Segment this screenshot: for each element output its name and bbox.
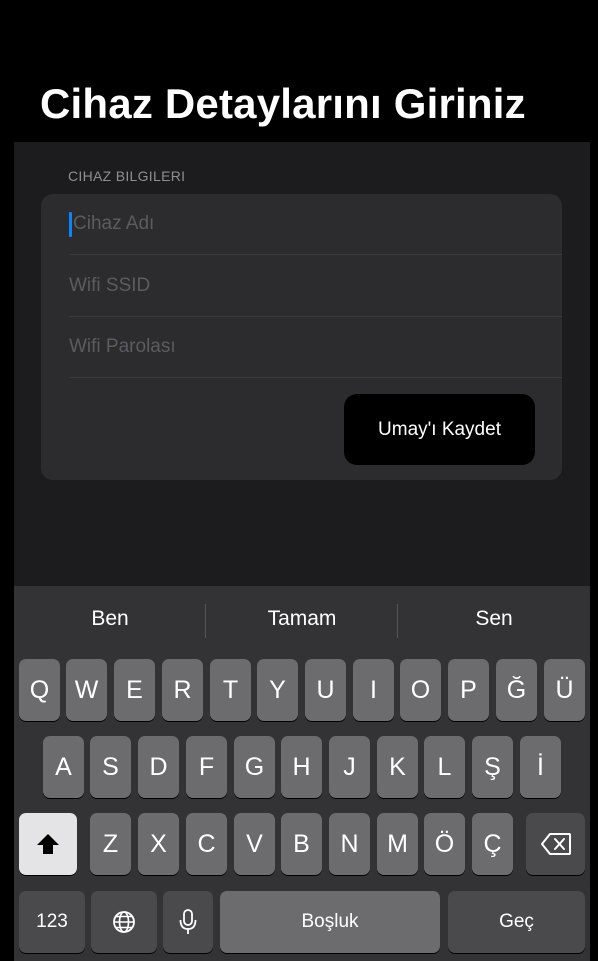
key-l[interactable]: L [424,736,465,798]
device-name-placeholder: Cihaz Adı [73,213,155,234]
suggestion-1[interactable]: Ben [14,586,206,652]
key-p[interactable]: P [448,659,489,721]
delete-icon [540,833,571,855]
section-header: CIHAZ BILGILERI [68,168,186,184]
key-o-umlaut[interactable]: Ö [424,813,465,875]
save-device-button[interactable]: Umay'ı Kaydet [344,394,535,465]
key-j[interactable]: J [329,736,370,798]
key-o[interactable]: O [400,659,441,721]
key-q[interactable]: Q [19,659,60,721]
wifi-ssid-field[interactable]: Wifi SSID [69,256,562,317]
key-e[interactable]: E [114,659,155,721]
keyboard: Ben Tamam Sen Q W E R T Y U I O P Ğ Ü A … [14,586,590,961]
wifi-password-field[interactable]: Wifi Parolası [69,317,562,378]
key-c-cedilla[interactable]: Ç [472,813,513,875]
space-key[interactable]: Boşluk [220,891,440,953]
wifi-ssid-placeholder: Wifi SSID [69,275,151,296]
key-u-umlaut[interactable]: Ü [544,659,585,721]
key-g[interactable]: G [234,736,275,798]
wifi-password-placeholder: Wifi Parolası [69,336,176,357]
shift-key[interactable] [19,813,77,875]
key-s[interactable]: S [90,736,131,798]
navigation-header: Cihaz Detaylarını Giriniz [14,0,590,142]
key-g-breve[interactable]: Ğ [496,659,537,721]
microphone-icon [179,909,197,934]
globe-icon [113,911,135,933]
form-card: Cihaz Adı Wifi SSID Wifi Parolası Umay'ı… [41,194,562,480]
text-caret [69,211,72,237]
screen: Cihaz Detaylarını Giriniz CIHAZ BILGILER… [14,0,590,961]
numbers-key[interactable]: 123 [19,891,85,953]
globe-key[interactable] [91,891,157,953]
key-b[interactable]: B [281,813,322,875]
key-r[interactable]: R [162,659,203,721]
key-n[interactable]: N [329,813,370,875]
key-v[interactable]: V [234,813,275,875]
key-u[interactable]: U [305,659,346,721]
microphone-key[interactable] [163,891,213,953]
delete-key[interactable] [526,813,585,875]
key-h[interactable]: H [281,736,322,798]
key-m[interactable]: M [377,813,418,875]
key-d[interactable]: D [138,736,179,798]
suggestion-3[interactable]: Sen [398,586,590,652]
shift-icon [37,834,59,854]
key-z[interactable]: Z [90,813,131,875]
key-t[interactable]: T [210,659,251,721]
key-y[interactable]: Y [257,659,298,721]
page-title: Cihaz Detaylarını Giriniz [40,80,526,127]
key-a[interactable]: A [43,736,84,798]
return-key[interactable]: Geç [448,891,585,953]
suggestion-2[interactable]: Tamam [206,586,398,652]
key-c[interactable]: C [186,813,227,875]
device-name-field[interactable]: Cihaz Adı [69,194,562,255]
key-f[interactable]: F [186,736,227,798]
key-k[interactable]: K [377,736,418,798]
key-s-cedilla[interactable]: Ş [472,736,513,798]
suggestion-bar: Ben Tamam Sen [14,586,590,652]
key-i-dotted[interactable]: İ [520,736,561,798]
key-i[interactable]: I [353,659,394,721]
form-content: CIHAZ BILGILERI Cihaz Adı Wifi SSID Wifi… [14,142,590,586]
key-x[interactable]: X [138,813,179,875]
key-w[interactable]: W [66,659,107,721]
